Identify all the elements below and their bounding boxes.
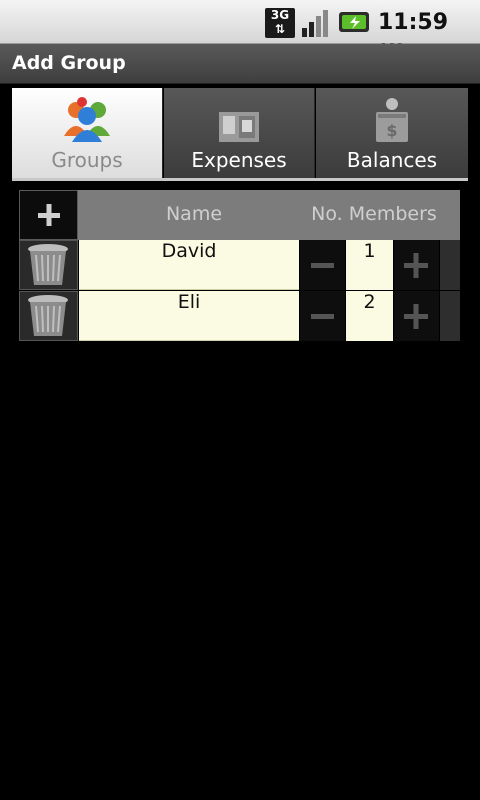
member-count: 2 bbox=[346, 291, 393, 341]
row-spacer bbox=[440, 291, 460, 341]
trash-can-icon bbox=[28, 295, 68, 336]
tab-underline bbox=[12, 178, 468, 181]
people-icon bbox=[64, 97, 110, 142]
increment-button[interactable] bbox=[394, 291, 439, 341]
cash-register-icon bbox=[219, 112, 259, 142]
plus-icon bbox=[404, 304, 428, 329]
header-name: Name bbox=[165, 203, 223, 225]
plus-icon bbox=[404, 253, 428, 278]
network-3g-icon: 3G ⇅ bbox=[265, 8, 295, 38]
tab-groups[interactable]: Groups bbox=[12, 88, 163, 180]
tab-expenses-label: Expenses bbox=[191, 148, 287, 172]
window-title: Add Group bbox=[12, 52, 126, 74]
trash-can-icon bbox=[28, 244, 68, 285]
minus-icon bbox=[311, 263, 334, 268]
add-group-button[interactable] bbox=[19, 190, 78, 240]
increment-button[interactable] bbox=[394, 240, 439, 290]
table-row: Eli 2 bbox=[19, 291, 460, 341]
group-name[interactable]: Eli bbox=[79, 291, 299, 341]
row-spacer bbox=[440, 240, 460, 290]
tab-groups-label: Groups bbox=[51, 148, 123, 172]
piggy-bank-icon: $ bbox=[376, 98, 408, 142]
minus-icon bbox=[311, 314, 334, 319]
svg-text:$: $ bbox=[386, 121, 397, 140]
decrement-button[interactable] bbox=[300, 240, 345, 290]
title-bar: Add Group bbox=[0, 44, 480, 84]
tab-balances[interactable]: $ Balances bbox=[316, 88, 468, 180]
delete-button[interactable] bbox=[19, 240, 78, 290]
header-members: No. Members bbox=[311, 203, 437, 225]
decrement-button[interactable] bbox=[300, 291, 345, 341]
table-row: David 1 bbox=[19, 240, 460, 290]
group-name[interactable]: David bbox=[79, 240, 299, 290]
signal-strength-icon bbox=[302, 10, 328, 37]
table-header: Name No. Members bbox=[19, 190, 460, 240]
member-count: 1 bbox=[346, 240, 393, 290]
tab-bar: Groups Expenses $ Balances bbox=[12, 88, 468, 181]
tab-balances-label: Balances bbox=[346, 148, 438, 172]
status-bar: 3G⇅ 11:59 AM bbox=[0, 0, 480, 58]
delete-button[interactable] bbox=[19, 291, 78, 341]
tab-expenses[interactable]: Expenses bbox=[164, 88, 315, 180]
plus-icon bbox=[38, 204, 60, 226]
battery-charging-icon bbox=[339, 12, 369, 32]
